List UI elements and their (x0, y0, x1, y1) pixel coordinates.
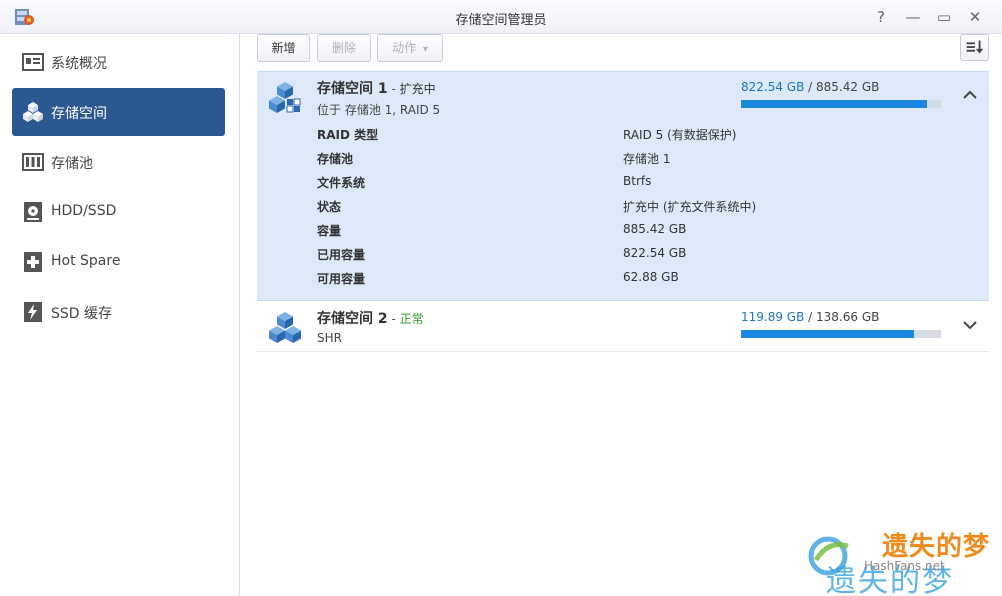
detail-row: 可用容量 62.88 GB (317, 266, 967, 290)
detail-row: 文件系统 Btrfs (317, 170, 967, 194)
action-label: 动作 (392, 41, 417, 55)
sidebar: 系统概况 存储空间 存储池 HDD/SSD Hot Spare SSD 缓存 (0, 34, 240, 596)
sidebar-item-volume[interactable]: 存储空间 (12, 88, 225, 136)
total-capacity: 885.42 GB (816, 80, 880, 94)
volume-usage: 822.54 GB / 885.42 GB (741, 80, 879, 94)
sidebar-item-label: 系统概况 (51, 56, 107, 72)
detail-row: 状态 扩充中 (扩充文件系统中) (317, 194, 967, 218)
sidebar-item-hdd-ssd[interactable]: HDD/SSD (12, 188, 225, 236)
volume-separator: - (387, 82, 400, 96)
usage-bar (741, 330, 941, 338)
detail-row: 已用容量 822.54 GB (317, 242, 967, 266)
detail-value: Btrfs (623, 174, 652, 188)
detail-row: RAID 类型 RAID 5 (有数据保护) (317, 122, 967, 146)
volume-row-1[interactable]: 存储空间 1 - 扩充中 位于 存储池 1, RAID 5 822.54 GB … (257, 71, 989, 301)
disk-icon (24, 202, 42, 222)
detail-value: 822.54 GB (623, 246, 687, 260)
action-dropdown[interactable]: 动作 ▾ (377, 34, 443, 62)
detail-key: 可用容量 (317, 272, 366, 286)
volume-title: 存储空间 2 - 正常 (317, 308, 424, 328)
volume-row-2[interactable]: 存储空间 2 - 正常 SHR 119.89 GB / 138.66 GB (257, 302, 989, 352)
detail-key: 文件系统 (317, 176, 366, 190)
volume-title: 存储空间 1 - 扩充中 (317, 78, 436, 98)
maximize-button[interactable]: ▭ (933, 6, 955, 28)
window-title: 存储空间管理员 (455, 13, 547, 28)
minimize-button[interactable]: — (902, 6, 924, 28)
detail-key: 存储池 (317, 152, 354, 166)
title-bar: 存储空间管理员 ? — ▭ ✕ (0, 0, 1002, 34)
used-capacity: 822.54 GB (741, 80, 805, 94)
detail-key: 状态 (317, 200, 342, 214)
detail-value: 存储池 1 (623, 152, 671, 166)
delete-button[interactable]: 删除 (317, 34, 371, 62)
detail-row: 容量 885.42 GB (317, 218, 967, 242)
usage-bar-fill (741, 100, 927, 108)
volume-separator: - (387, 312, 400, 326)
close-button[interactable]: ✕ (964, 6, 986, 28)
sidebar-item-ssd-cache[interactable]: SSD 缓存 (12, 288, 225, 336)
sidebar-item-storage-pool[interactable]: 存储池 (12, 138, 225, 186)
volume-expanding-icon (269, 82, 301, 113)
sort-button[interactable] (960, 34, 989, 61)
watermark-text-top: 遗失的梦 (882, 532, 991, 562)
volume-cubes-icon (269, 312, 301, 343)
caret-down-icon: ▾ (422, 44, 428, 55)
detail-key: 容量 (317, 224, 342, 238)
volume-status: 扩充中 (399, 82, 436, 96)
sidebar-item-label: SSD 缓存 (51, 306, 113, 322)
sidebar-item-label: HDD/SSD (51, 203, 117, 219)
total-capacity: 138.66 GB (816, 310, 880, 324)
volume-name: 存储空间 1 (317, 81, 388, 97)
plus-box-icon (24, 252, 42, 272)
sort-icon (966, 40, 984, 54)
watermark: 遗失的梦 遗失的梦 HashFans.net (806, 526, 1002, 596)
detail-value: RAID 5 (有数据保护) (623, 128, 737, 142)
volume-cubes-icon (23, 102, 43, 122)
chevron-down-icon[interactable] (963, 320, 977, 330)
usage-bar-fill (741, 330, 914, 338)
volume-status: 正常 (399, 312, 424, 326)
used-capacity: 119.89 GB (741, 310, 805, 324)
volume-usage: 119.89 GB / 138.66 GB (741, 310, 879, 324)
watermark-site: HashFans.net (864, 559, 945, 573)
sidebar-item-hot-spare[interactable]: Hot Spare (12, 238, 225, 286)
sidebar-item-label: 存储池 (51, 156, 93, 172)
usage-slash: / (804, 80, 817, 94)
flash-cache-icon (24, 302, 42, 322)
storage-pool-icon (22, 153, 44, 171)
detail-value: 扩充中 (扩充文件系统中) (623, 200, 757, 214)
detail-value: 62.88 GB (623, 270, 679, 284)
help-button[interactable]: ? (870, 6, 892, 28)
detail-key: 已用容量 (317, 248, 366, 262)
detail-row: 存储池 存储池 1 (317, 146, 967, 170)
chevron-up-icon[interactable] (963, 90, 977, 100)
usage-slash: / (804, 310, 817, 324)
overview-icon (22, 53, 44, 71)
detail-value: 885.42 GB (623, 222, 687, 236)
volume-name: 存储空间 2 (317, 311, 388, 327)
volume-subtitle: SHR (317, 331, 342, 345)
sidebar-item-label: Hot Spare (51, 253, 121, 269)
create-button[interactable]: 新增 (257, 34, 310, 62)
sidebar-item-label: 存储空间 (51, 106, 107, 122)
volume-subtitle: 位于 存储池 1, RAID 5 (317, 103, 441, 117)
sidebar-item-overview[interactable]: 系统概况 (12, 38, 225, 86)
detail-key: RAID 类型 (317, 128, 379, 142)
usage-bar (741, 100, 941, 108)
